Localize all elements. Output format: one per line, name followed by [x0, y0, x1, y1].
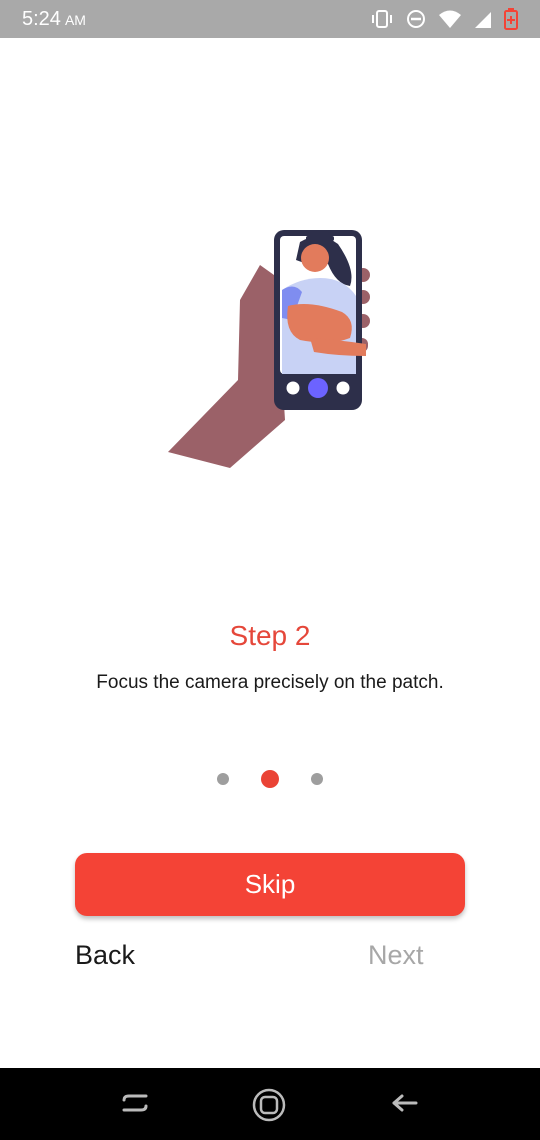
next-button[interactable]: Next	[368, 940, 424, 971]
step-description: Focus the camera precisely on the patch.	[96, 672, 444, 693]
recents-icon[interactable]	[120, 1088, 150, 1118]
back-button[interactable]: Back	[75, 940, 135, 971]
signal-icon	[475, 12, 491, 28]
page-dot-3	[311, 773, 323, 785]
status-icons	[370, 8, 518, 30]
home-icon[interactable]	[252, 1088, 286, 1122]
wifi-icon	[439, 10, 461, 28]
camera-control-left	[286, 381, 300, 395]
phone-notch	[306, 236, 334, 241]
step-title: Step 2	[229, 620, 311, 651]
page-indicator	[0, 770, 540, 788]
face	[301, 244, 329, 272]
back-arrow-icon[interactable]	[390, 1088, 420, 1118]
page-dot-2-active	[261, 770, 279, 788]
status-time-ampm: AM	[64, 12, 86, 28]
camera-control-right	[336, 381, 350, 395]
status-time: 5:24 AM	[22, 8, 86, 31]
phone-camera-illustration	[168, 230, 370, 468]
page-dot-1	[217, 773, 229, 785]
shutter-button	[308, 378, 328, 398]
vibrate-icon	[372, 10, 392, 28]
skip-button[interactable]: Skip	[75, 853, 465, 916]
hand	[168, 265, 285, 468]
battery-icon	[504, 8, 518, 30]
system-nav-bar	[0, 1068, 540, 1140]
status-time-value: 5:24	[22, 8, 61, 30]
status-bar: 5:24 AM	[0, 0, 540, 38]
do-not-disturb-icon	[407, 10, 425, 28]
